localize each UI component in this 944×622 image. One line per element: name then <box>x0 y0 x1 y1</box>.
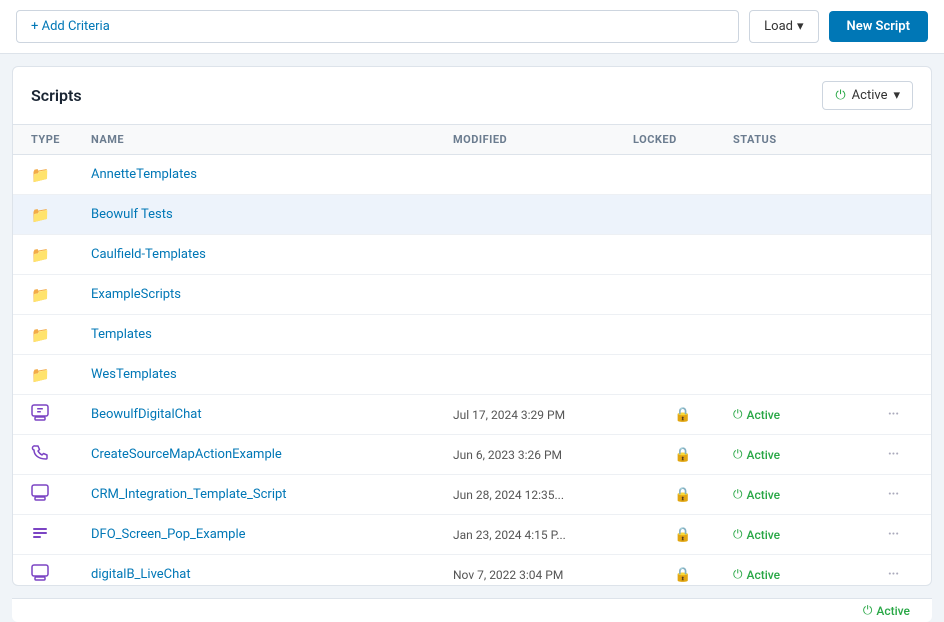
table-row[interactable]: 📁 Beowulf Tests <box>13 195 931 235</box>
row-name[interactable]: DFO_Screen_Pop_Example <box>91 527 453 542</box>
row-actions[interactable]: ··· <box>873 524 913 545</box>
row-name[interactable]: CreateSourceMapActionExample <box>91 447 453 462</box>
row-status: ⏻Active <box>733 527 873 542</box>
row-status: ⏻Active <box>733 407 873 422</box>
status-filter-label: Active <box>852 88 888 103</box>
row-name[interactable]: digitalB_LiveChat <box>91 567 453 582</box>
row-status: ⏻Active <box>733 487 873 502</box>
bottom-status-bar: ⏻ Active <box>12 598 932 622</box>
row-name[interactable]: CRM_Integration_Template_Script <box>91 487 453 502</box>
table-row[interactable]: DFO_Screen_Pop_Example Jan 23, 2024 4:15… <box>13 515 931 555</box>
table-row[interactable]: 📁 Caulfield-Templates <box>13 235 931 275</box>
row-locked: 🔒 <box>633 447 733 463</box>
row-name[interactable]: Caulfield-Templates <box>91 247 453 262</box>
type-folder-icon: 📁 <box>31 286 91 304</box>
row-name[interactable]: BeowulfDigitalChat <box>91 407 453 422</box>
table-row[interactable]: 📁 Templates <box>13 315 931 355</box>
status-chevron-icon: ▾ <box>893 88 900 103</box>
top-bar: + Add Criteria Load ▾ New Script <box>0 0 944 54</box>
row-name[interactable]: AnnetteTemplates <box>91 167 453 182</box>
row-name[interactable]: ExampleScripts <box>91 287 453 302</box>
table-row[interactable]: 📁 ExampleScripts <box>13 275 931 315</box>
bottom-status-content: ⏻ Active <box>863 603 910 618</box>
scripts-title: Scripts <box>31 86 82 105</box>
row-locked: 🔒 <box>633 567 733 583</box>
type-phone-icon <box>31 444 91 466</box>
row-actions[interactable]: ··· <box>873 444 913 465</box>
row-name[interactable]: Beowulf Tests <box>91 207 453 222</box>
row-locked: 🔒 <box>633 407 733 423</box>
table-row[interactable]: 📁 AnnetteTemplates <box>13 155 931 195</box>
type-folder-icon: 📁 <box>31 366 91 384</box>
col-status: STATUS <box>733 133 873 146</box>
row-locked: 🔒 <box>633 527 733 543</box>
row-actions[interactable]: ··· <box>873 564 913 585</box>
row-modified: Jun 28, 2024 12:35... <box>453 488 633 502</box>
col-name: NAME <box>91 133 453 146</box>
type-dfo-icon <box>31 524 91 546</box>
status-power-icon: ⏻ <box>733 447 743 462</box>
table-row[interactable]: CreateSourceMapActionExample Jun 6, 2023… <box>13 435 931 475</box>
row-actions[interactable]: ··· <box>873 484 913 505</box>
new-script-button[interactable]: New Script <box>829 11 928 42</box>
row-locked: 🔒 <box>633 487 733 503</box>
status-power-icon: ⏻ <box>733 567 743 582</box>
row-name[interactable]: Templates <box>91 327 453 342</box>
row-modified: Jun 6, 2023 3:26 PM <box>453 448 633 462</box>
add-criteria-label: + Add Criteria <box>31 19 110 34</box>
type-folder-icon: 📁 <box>31 166 91 184</box>
table-row[interactable]: digitalB_LiveChat Nov 7, 2022 3:04 PM 🔒 … <box>13 555 931 585</box>
col-type: TYPE <box>31 133 91 146</box>
col-actions <box>873 133 913 146</box>
table-body: 📁 AnnetteTemplates 📁 Beowulf Tests 📁 Cau… <box>13 155 931 585</box>
type-chat-icon <box>31 564 91 586</box>
row-modified: Nov 7, 2022 3:04 PM <box>453 568 633 582</box>
type-folder-icon: 📁 <box>31 206 91 224</box>
status-power-icon: ⏻ <box>733 487 743 502</box>
row-name[interactable]: WesTemplates <box>91 367 453 382</box>
row-actions[interactable]: ··· <box>873 404 913 425</box>
table-row[interactable]: BeowulfDigitalChat Jul 17, 2024 3:29 PM … <box>13 395 931 435</box>
bottom-status-label: Active <box>876 604 910 618</box>
add-criteria-button[interactable]: + Add Criteria <box>16 10 739 43</box>
status-power-icon: ⏻ <box>733 527 743 542</box>
type-chat-icon <box>31 484 91 506</box>
row-modified: Jul 17, 2024 3:29 PM <box>453 408 633 422</box>
load-label: Load <box>764 19 793 34</box>
type-folder-icon: 📁 <box>31 326 91 344</box>
col-modified: MODIFIED <box>453 133 633 146</box>
type-chat-icon <box>31 404 91 426</box>
col-locked: LOCKED <box>633 133 733 146</box>
status-power-icon: ⏻ <box>733 407 743 422</box>
status-filter-button[interactable]: ⏻ Active ▾ <box>822 81 913 110</box>
new-script-label: New Script <box>847 19 910 34</box>
scripts-header: Scripts ⏻ Active ▾ <box>13 67 931 125</box>
load-button[interactable]: Load ▾ <box>749 10 818 43</box>
type-folder-icon: 📁 <box>31 246 91 264</box>
row-status: ⏻Active <box>733 567 873 582</box>
table-row[interactable]: 📁 WesTemplates <box>13 355 931 395</box>
table-row[interactable]: CRM_Integration_Template_Script Jun 28, … <box>13 475 931 515</box>
load-chevron-icon: ▾ <box>797 19 804 34</box>
bottom-power-icon: ⏻ <box>863 603 873 618</box>
table-header: TYPE NAME MODIFIED LOCKED STATUS <box>13 125 931 155</box>
row-status: ⏻Active <box>733 447 873 462</box>
scripts-panel: Scripts ⏻ Active ▾ TYPE NAME MODIFIED LO… <box>12 66 932 586</box>
row-modified: Jan 23, 2024 4:15 P... <box>453 528 633 542</box>
status-power-icon: ⏻ <box>835 88 845 103</box>
